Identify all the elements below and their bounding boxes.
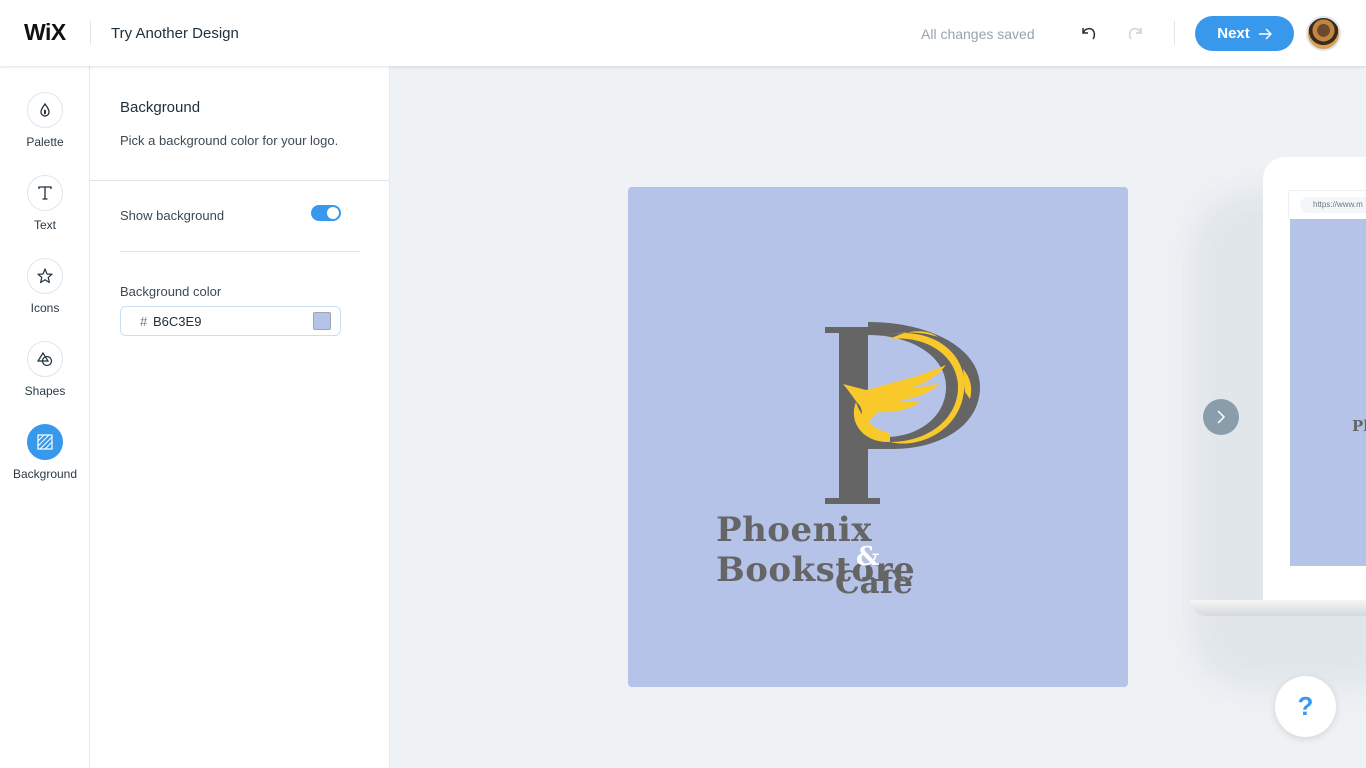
next-button[interactable]: Next: [1195, 16, 1294, 51]
nav-item-icons[interactable]: Icons: [0, 258, 90, 328]
hex-value[interactable]: B6C3E9: [153, 314, 201, 329]
logo-title-line2: Cafe: [835, 565, 913, 601]
background-color-label: Background color: [120, 284, 222, 299]
show-background-label: Show background: [120, 208, 225, 223]
divider: [1174, 21, 1175, 45]
chevron-right-icon: [1217, 410, 1226, 424]
divider: [120, 251, 360, 252]
panel-title: Background: [120, 99, 201, 116]
phoenix-p-icon: [825, 322, 980, 504]
wix-logo[interactable]: WiX: [24, 19, 66, 46]
panel-subtitle: Pick a background color for your logo.: [120, 133, 339, 148]
undo-button[interactable]: [1078, 22, 1100, 44]
hash-prefix: #: [140, 314, 148, 329]
nav-label: Palette: [26, 135, 64, 149]
mockup-screen: [1290, 219, 1366, 566]
nav-item-text[interactable]: Text: [0, 175, 90, 245]
undo-icon: [1082, 27, 1096, 40]
nav-item-shapes[interactable]: Shapes: [0, 341, 90, 411]
background-icon: [37, 434, 53, 450]
color-swatch[interactable]: [313, 312, 331, 330]
next-label: Next: [1217, 25, 1250, 42]
star-icon: [37, 268, 53, 284]
mockup-url: https://www.m: [1300, 197, 1366, 213]
background-panel: Background Pick a background color for y…: [90, 66, 390, 768]
mockup-logo-text: Pl: [1352, 417, 1366, 435]
divider: [90, 180, 389, 181]
next-preview-button[interactable]: [1203, 399, 1239, 435]
left-toolbar: Palette Text Icons Shapes Background: [0, 66, 90, 768]
redo-button[interactable]: [1124, 22, 1146, 44]
nav-label: Text: [33, 218, 56, 232]
drop-icon: [40, 102, 50, 117]
nav-label: Background: [12, 467, 78, 481]
top-bar: WiX Try Another Design All changes saved…: [0, 0, 1366, 66]
background-color-input[interactable]: # B6C3E9: [120, 306, 341, 336]
divider: [90, 21, 91, 45]
laptop-base: [1190, 600, 1366, 616]
arrow-right-icon: [1258, 28, 1272, 39]
logo-preview: Phoenix Bookstore & Cafe: [628, 187, 1128, 687]
text-icon: [38, 186, 52, 200]
shapes-icon: [36, 351, 53, 367]
page-title: Try Another Design: [111, 25, 239, 42]
redo-icon: [1128, 27, 1142, 40]
save-status: All changes saved: [921, 26, 1035, 42]
nav-item-palette[interactable]: Palette: [0, 92, 90, 162]
nav-label: Icons: [30, 301, 60, 315]
toggle-knob: [327, 207, 339, 219]
nav-label: Shapes: [24, 384, 66, 398]
nav-item-background[interactable]: Background: [0, 424, 90, 494]
user-avatar[interactable]: [1306, 16, 1341, 51]
show-background-toggle[interactable]: [311, 205, 341, 221]
help-button[interactable]: ?: [1275, 676, 1336, 737]
